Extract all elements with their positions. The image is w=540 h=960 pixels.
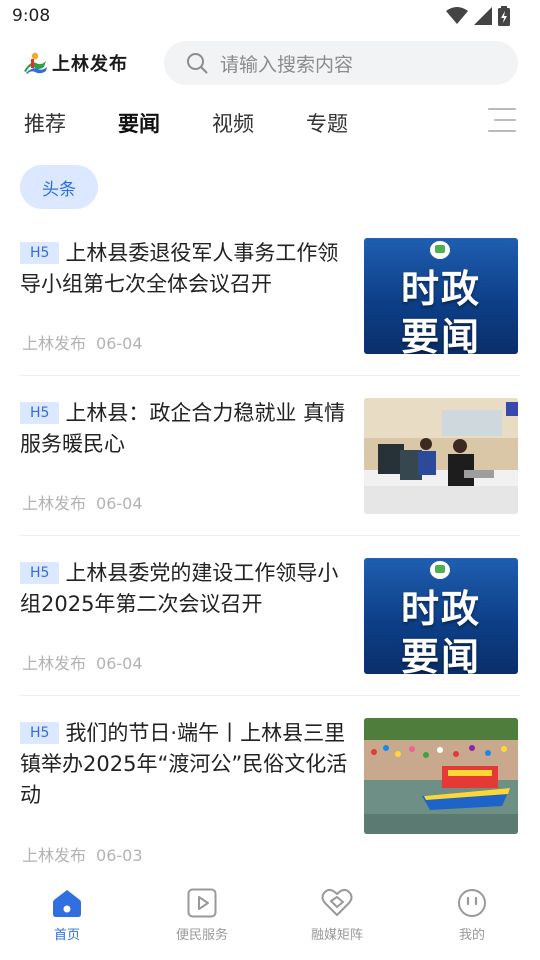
nav-media-matrix-label: 融媒矩阵: [310, 928, 363, 943]
news-meta: 上林发布 06-04: [22, 650, 143, 674]
signal-icon: [474, 7, 492, 25]
nav-services-label: 便民服务: [175, 928, 228, 943]
news-thumbnail: 时政 要闻: [364, 558, 518, 674]
home-icon: [53, 890, 81, 917]
news-title: H5 上林县：政企合力稳就业 真情服务暖民心: [20, 398, 350, 460]
news-title: H5 上林县委退役军人事务工作领导小组第七次全体会议召开: [20, 238, 350, 300]
app-header: 上林发布 请输入搜索内容: [0, 40, 540, 88]
news-item[interactable]: H5 上林县委退役军人事务工作领导小组第七次全体会议召开 上林发布 06-04 时政…: [20, 238, 520, 358]
app-logo[interactable]: 上林发布: [22, 50, 128, 76]
news-source: 上林发布: [22, 334, 87, 353]
divider: [20, 535, 520, 536]
news-date: 06-04: [96, 654, 143, 673]
news-title-text: 我们的节日·端午丨上林县三里镇举办2025年“渡河公”民俗文化活动: [20, 721, 348, 807]
thumbnail-text: 要闻: [400, 635, 481, 674]
tab-topics[interactable]: 专题: [306, 108, 348, 138]
nav-home[interactable]: 首页: [17, 888, 117, 956]
office-photo: [364, 398, 518, 514]
nav-services[interactable]: 便民服务: [152, 888, 252, 956]
festival-photo: [364, 718, 518, 834]
news-title-text: 上林县委退役军人事务工作领导小组第七次全体会议召开: [20, 241, 339, 296]
battery-icon: [498, 6, 510, 26]
status-icons: [446, 6, 510, 26]
bottom-navigation: 首页 便民服务 融媒矩阵 我的: [0, 880, 540, 960]
thumbnail-text: 要闻: [400, 315, 481, 354]
tab-headline-news[interactable]: 要闻: [118, 108, 160, 138]
divider: [20, 375, 520, 376]
status-bar: 9:08: [0, 0, 540, 34]
news-meta: 上林发布 06-04: [22, 490, 143, 514]
news-date: 06-04: [96, 334, 143, 353]
news-item[interactable]: H5 我们的节日·端午丨上林县三里镇举办2025年“渡河公”民俗文化活动 上林发布…: [20, 718, 520, 868]
news-thumbnail-office-photo: [364, 398, 518, 514]
wifi-icon: [446, 7, 468, 24]
search-placeholder: 请输入搜索内容: [220, 53, 354, 76]
news-title-text: 上林县：政企合力稳就业 真情服务暖民心: [20, 401, 346, 456]
app-logo-icon: [24, 52, 47, 74]
news-thumbnail: 时政 要闻: [364, 238, 518, 354]
news-meta: 上林发布 06-03: [22, 842, 143, 866]
tab-recommend[interactable]: 推荐: [24, 108, 66, 138]
filter-chip-headline[interactable]: 头条: [20, 165, 98, 209]
search-icon: [187, 53, 208, 74]
tab-video[interactable]: 视频: [212, 108, 254, 138]
h5-badge: H5: [20, 562, 60, 584]
news-item[interactable]: H5 上林县：政企合力稳就业 真情服务暖民心 上林发布 06-04: [20, 398, 520, 518]
news-title: H5 上林县委党的建设工作领导小组2025年第二次会议召开: [20, 558, 350, 620]
nav-home-label: 首页: [53, 928, 80, 943]
nav-profile[interactable]: 我的: [422, 888, 522, 956]
status-time: 9:08: [12, 6, 51, 26]
news-source: 上林发布: [22, 846, 87, 865]
news-meta: 上林发布 06-04: [22, 330, 143, 354]
divider: [20, 695, 520, 696]
news-source: 上林发布: [22, 494, 87, 513]
news-date: 06-04: [96, 494, 143, 513]
emblem-icon: [430, 561, 450, 579]
thumbnail-text: 时政: [400, 587, 481, 631]
news-thumbnail-festival-photo: [364, 718, 518, 834]
news-title-text: 上林县委党的建设工作领导小组2025年第二次会议召开: [20, 561, 339, 616]
h5-badge: H5: [20, 722, 60, 744]
news-date: 06-03: [96, 846, 143, 865]
nav-media-matrix[interactable]: 融媒矩阵: [287, 888, 387, 956]
smiley-icon: [458, 889, 486, 917]
h5-badge: H5: [20, 242, 60, 264]
news-item[interactable]: H5 上林县委党的建设工作领导小组2025年第二次会议召开 上林发布 06-04 时…: [20, 558, 520, 678]
nav-profile-label: 我的: [458, 928, 485, 943]
play-square-icon: [187, 888, 217, 918]
tab-menu-icon[interactable]: [488, 108, 516, 134]
thumbnail-text: 时政: [400, 267, 481, 311]
news-source: 上林发布: [22, 654, 87, 673]
news-title: H5 我们的节日·端午丨上林县三里镇举办2025年“渡河公”民俗文化活动: [20, 718, 350, 811]
app-logo-text: 上林发布: [52, 54, 128, 75]
emblem-icon: [430, 241, 450, 259]
search-bar[interactable]: 请输入搜索内容: [164, 41, 518, 85]
h5-badge: H5: [20, 402, 60, 424]
category-tabs: 推荐 要闻 视频 专题: [0, 100, 540, 146]
heart-link-icon: [321, 888, 353, 916]
